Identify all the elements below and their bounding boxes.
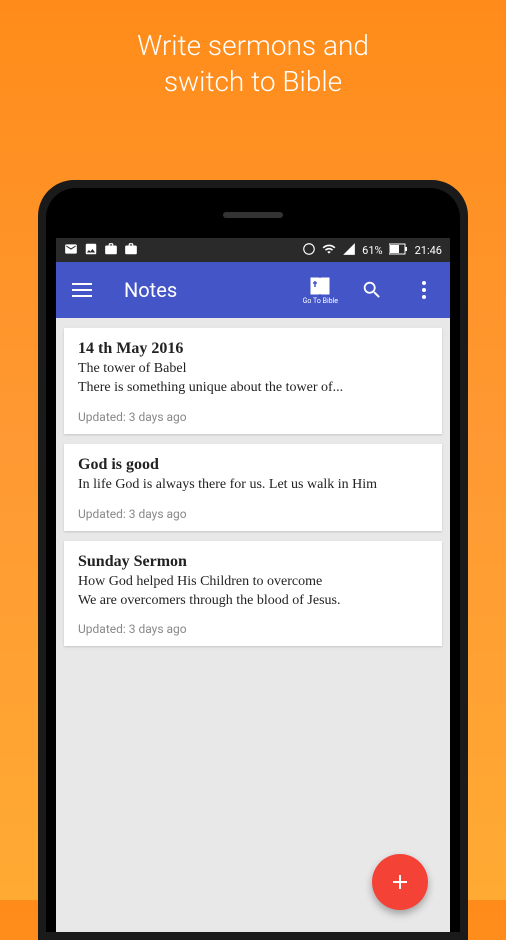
bible-icon: [309, 276, 331, 296]
phone-frame: 61% 21:46 Notes Go To Bible: [38, 180, 468, 940]
note-card[interactable]: God is good In life God is always there …: [64, 444, 442, 531]
signal-icon: [342, 242, 356, 259]
note-title: Sunday Sermon: [78, 553, 428, 571]
mail-icon: [64, 242, 78, 259]
note-card[interactable]: Sunday Sermon How God helped His Childre…: [64, 541, 442, 647]
app-title: Notes: [124, 278, 287, 302]
note-updated: Updated: 3 days ago: [78, 622, 428, 636]
status-left: [64, 242, 138, 259]
menu-button[interactable]: [64, 272, 100, 308]
status-right: 61% 21:46: [302, 242, 442, 259]
note-updated: Updated: 3 days ago: [78, 410, 428, 424]
search-icon: [361, 279, 383, 301]
app-bar: Notes Go To Bible: [56, 262, 450, 318]
notes-list: 14 th May 2016 The tower of BabelThere i…: [56, 318, 450, 656]
phone-inner: 61% 21:46 Notes Go To Bible: [46, 188, 460, 932]
note-body: The tower of BabelThere is something uni…: [78, 360, 428, 398]
note-updated: Updated: 3 days ago: [78, 507, 428, 521]
add-note-fab[interactable]: [372, 854, 428, 910]
more-vert-icon: [422, 281, 426, 299]
search-button[interactable]: [354, 272, 390, 308]
briefcase-icon-2: [124, 242, 138, 259]
alarm-icon: [302, 242, 316, 259]
battery-text: 61%: [362, 244, 382, 257]
battery-icon: [389, 243, 409, 258]
note-title: God is good: [78, 456, 428, 474]
phone-screen: 61% 21:46 Notes Go To Bible: [56, 238, 450, 932]
overflow-button[interactable]: [406, 272, 442, 308]
note-body: In life God is always there for us. Let …: [78, 476, 428, 495]
promo-line1: Write sermons and: [137, 29, 369, 62]
status-bar: 61% 21:46: [56, 238, 450, 262]
promo-heading: Write sermons and switch to Bible: [0, 0, 506, 121]
phone-speaker: [223, 212, 283, 218]
hamburger-icon: [72, 282, 92, 298]
plus-icon: [388, 870, 412, 894]
promo-line2: switch to Bible: [164, 65, 342, 98]
wifi-icon: [322, 242, 336, 259]
note-card[interactable]: 14 th May 2016 The tower of BabelThere i…: [64, 328, 442, 434]
image-icon: [84, 242, 98, 259]
bible-button-label: Go To Bible: [303, 297, 338, 305]
status-time: 21:46: [415, 244, 442, 257]
note-title: 14 th May 2016: [78, 340, 428, 358]
go-to-bible-button[interactable]: Go To Bible: [303, 276, 338, 305]
note-body: How God helped His Children to overcomeW…: [78, 573, 428, 611]
briefcase-icon: [104, 242, 118, 259]
